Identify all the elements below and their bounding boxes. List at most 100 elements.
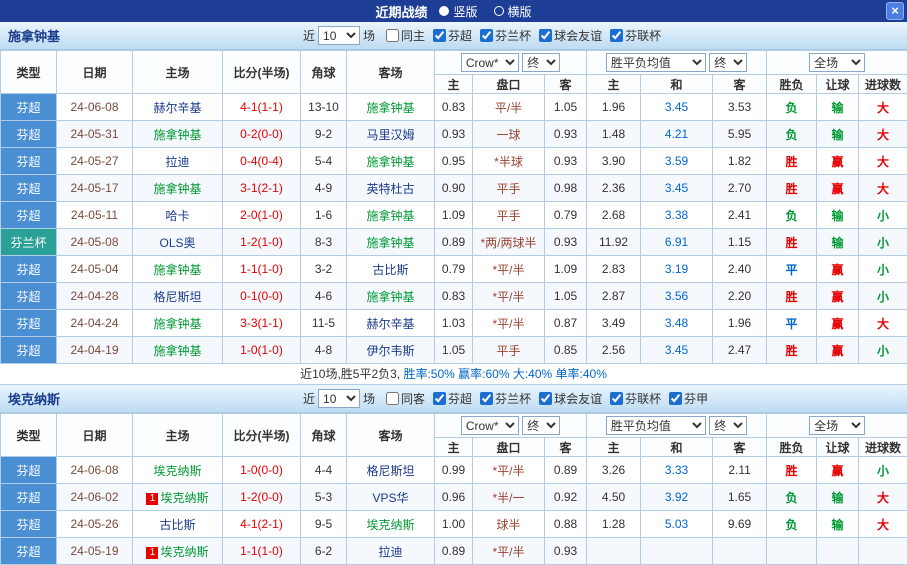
league-filter[interactable]: 芬联杯	[610, 390, 661, 407]
lose-odds: 1.15	[713, 229, 767, 256]
league-filter[interactable]: 芬联杯	[610, 27, 661, 44]
col-type-header: 类型	[1, 51, 57, 94]
home-team-link[interactable]: 拉迪	[165, 155, 189, 169]
handicap-line: *平/半	[473, 256, 545, 283]
away-team-link[interactable]: 马里汉姆	[366, 128, 414, 142]
league-filter[interactable]: 芬超	[433, 27, 472, 44]
away-team-link[interactable]: 施拿钟基	[366, 155, 414, 169]
match-result: 胜	[767, 457, 817, 484]
league-cell: 芬超	[1, 94, 57, 121]
scope-select[interactable]: 全场	[809, 53, 865, 72]
handicap-home-odds: 0.96	[435, 484, 473, 511]
col-score-header: 比分(半场)	[223, 414, 301, 457]
results-table: 类型日期主场比分(半场)角球客场Crow* 终胜平负均值 终全场主盘口客主和客胜…	[0, 50, 907, 364]
summary-segment: 赢率:60%	[458, 367, 513, 381]
league-filter-checkbox[interactable]	[433, 392, 446, 405]
handicap-result: 赢	[817, 256, 859, 283]
league-filter[interactable]: 芬超	[433, 390, 472, 407]
league-filter[interactable]: 芬兰杯	[480, 390, 531, 407]
home-team-link[interactable]: 施拿钟基	[153, 317, 201, 331]
view-mode-radio[interactable]: 竖版	[439, 3, 477, 20]
league-filter-checkbox[interactable]	[669, 392, 682, 405]
home-team-link[interactable]: 埃克纳斯	[160, 545, 208, 559]
league-filter-checkbox[interactable]	[433, 29, 446, 42]
odds-state-select[interactable]: 终	[522, 416, 560, 435]
away-team-link[interactable]: 赫尔辛基	[366, 317, 414, 331]
match-count-select[interactable]: 10	[318, 26, 360, 45]
recent-results-window: 近期战绩 竖版横版 × 施拿钟基近10场同主芬超芬兰杯球会友谊芬联杯类型日期主场…	[0, 0, 907, 565]
goals-result: 大	[859, 121, 907, 148]
home-team-cell: 施拿钟基	[133, 175, 223, 202]
league-filter[interactable]: 芬甲	[669, 390, 708, 407]
league-filter-checkbox[interactable]	[610, 29, 623, 42]
avg-state-select[interactable]: 终	[709, 53, 747, 72]
home-team-link[interactable]: 格尼斯坦	[153, 290, 201, 304]
filters: 近10场同主芬超芬兰杯球会友谊芬联杯	[300, 26, 661, 45]
handicap-line: *半球	[473, 148, 545, 175]
home-team-link[interactable]: OLS奥	[159, 236, 195, 250]
same-venue-filter-checkbox[interactable]	[386, 392, 399, 405]
away-team-link[interactable]: 施拿钟基	[366, 236, 414, 250]
lose-odds	[713, 538, 767, 565]
near-label: 近	[303, 27, 315, 44]
same-venue-filter[interactable]: 同主	[386, 27, 425, 44]
away-team-link[interactable]: 伊尔韦斯	[366, 344, 414, 358]
away-team-link[interactable]: 施拿钟基	[366, 290, 414, 304]
away-team-link[interactable]: 古比斯	[372, 263, 408, 277]
league-filter-text: 芬甲	[684, 390, 708, 407]
match-row: 芬超24-04-28格尼斯坦0-1(0-0)4-6施拿钟基0.83*平/半1.0…	[1, 283, 907, 310]
match-count-select[interactable]: 10	[318, 389, 360, 408]
away-team-link[interactable]: 格尼斯坦	[366, 464, 414, 478]
league-filter-checkbox[interactable]	[539, 392, 552, 405]
away-team-cell: 施拿钟基	[347, 283, 435, 310]
league-filter-checkbox[interactable]	[480, 392, 493, 405]
same-venue-filter[interactable]: 同客	[386, 390, 425, 407]
league-filter[interactable]: 球会友谊	[539, 27, 602, 44]
home-team-link[interactable]: 施拿钟基	[153, 182, 201, 196]
league-filter-checkbox[interactable]	[480, 29, 493, 42]
league-cell: 芬超	[1, 256, 57, 283]
match-result: 负	[767, 94, 817, 121]
league-filter-text: 芬联杯	[625, 390, 661, 407]
view-mode-radio[interactable]: 横版	[494, 3, 532, 20]
corners-cell: 5-3	[301, 484, 347, 511]
home-team-link[interactable]: 施拿钟基	[153, 344, 201, 358]
away-team-link[interactable]: 施拿钟基	[366, 209, 414, 223]
same-venue-filter-checkbox[interactable]	[386, 29, 399, 42]
bookmaker-select[interactable]: Crow*	[461, 416, 519, 435]
team-name: 埃克纳斯	[0, 389, 300, 408]
titlebar: 近期战绩 竖版横版 ×	[0, 0, 907, 22]
avg-state-select[interactable]: 终	[709, 416, 747, 435]
scope-select[interactable]: 全场	[809, 416, 865, 435]
league-filter[interactable]: 芬兰杯	[480, 27, 531, 44]
avg-odds-select[interactable]: 胜平负均值	[606, 53, 706, 72]
handicap-away-odds: 0.93	[545, 229, 587, 256]
odds-state-select[interactable]: 终	[522, 53, 560, 72]
close-button[interactable]: ×	[886, 2, 904, 20]
home-team-link[interactable]: 埃克纳斯	[153, 464, 201, 478]
home-team-link[interactable]: 赫尔辛基	[153, 101, 201, 115]
same-venue-filter-text: 同主	[401, 27, 425, 44]
away-team-link[interactable]: 英特杜古	[366, 182, 414, 196]
draw-odds: 6.91	[641, 229, 713, 256]
win-odds: 3.49	[587, 310, 641, 337]
away-team-link[interactable]: VPS华	[372, 491, 408, 505]
home-team-link[interactable]: 埃克纳斯	[160, 491, 208, 505]
league-filter-checkbox[interactable]	[610, 392, 623, 405]
home-team-link[interactable]: 古比斯	[159, 518, 195, 532]
avg-odds-select[interactable]: 胜平负均值	[606, 416, 706, 435]
away-team-cell: 格尼斯坦	[347, 457, 435, 484]
away-team-link[interactable]: 施拿钟基	[366, 101, 414, 115]
away-team-link[interactable]: 埃克纳斯	[366, 518, 414, 532]
league-filter-checkbox[interactable]	[539, 29, 552, 42]
league-filter[interactable]: 球会友谊	[539, 390, 602, 407]
bookmaker-select[interactable]: Crow*	[461, 53, 519, 72]
home-team-link[interactable]: 哈卡	[165, 209, 189, 223]
home-team-link[interactable]: 施拿钟基	[153, 128, 201, 142]
away-team-link[interactable]: 拉迪	[378, 545, 402, 559]
home-team-link[interactable]: 施拿钟基	[153, 263, 201, 277]
col-hres-header: 让球	[817, 75, 859, 94]
col-away-header: 客场	[347, 51, 435, 94]
result-group-header: 全场	[767, 414, 907, 438]
handicap-line: *两/两球半	[473, 229, 545, 256]
